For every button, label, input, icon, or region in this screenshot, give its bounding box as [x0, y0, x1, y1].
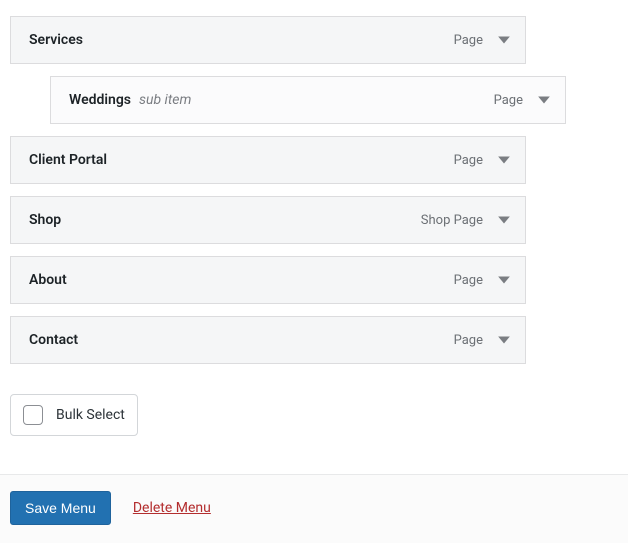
menu-item-shop[interactable]: Shop Shop Page: [10, 196, 526, 244]
menu-item-type: Page: [454, 33, 483, 48]
sub-item-label: sub item: [139, 92, 191, 108]
chevron-down-icon[interactable]: [497, 333, 511, 347]
menu-items-list: Services Page Weddings sub item Page: [10, 16, 618, 364]
chevron-down-icon[interactable]: [497, 213, 511, 227]
menu-item-type: Page: [494, 93, 523, 108]
menu-item-services[interactable]: Services Page: [10, 16, 526, 64]
chevron-down-icon[interactable]: [497, 273, 511, 287]
footer-actions: Save Menu Delete Menu: [0, 474, 628, 543]
save-menu-button[interactable]: Save Menu: [10, 491, 111, 525]
menu-item-title: Client Portal: [29, 152, 107, 168]
menu-item-title: Services: [29, 32, 83, 48]
chevron-down-icon[interactable]: [497, 153, 511, 167]
menu-item-title: Shop: [29, 212, 61, 228]
bulk-select-checkbox[interactable]: [23, 405, 43, 425]
menu-item-client-portal[interactable]: Client Portal Page: [10, 136, 526, 184]
menu-item-title: Contact: [29, 332, 78, 348]
menu-item-type: Page: [454, 333, 483, 348]
chevron-down-icon[interactable]: [497, 33, 511, 47]
bulk-select-row: Bulk Select: [10, 394, 138, 436]
menu-item-contact[interactable]: Contact Page: [10, 316, 526, 364]
menu-item-type: Page: [454, 153, 483, 168]
menu-item-about[interactable]: About Page: [10, 256, 526, 304]
delete-menu-link[interactable]: Delete Menu: [133, 500, 211, 516]
chevron-down-icon[interactable]: [537, 93, 551, 107]
menu-item-type: Shop Page: [421, 213, 483, 228]
menu-item-type: Page: [454, 273, 483, 288]
menu-item-weddings[interactable]: Weddings sub item Page: [50, 76, 566, 124]
menu-item-title: About: [29, 272, 67, 288]
bulk-select-label: Bulk Select: [56, 407, 125, 423]
menu-item-title: Weddings: [69, 92, 131, 108]
